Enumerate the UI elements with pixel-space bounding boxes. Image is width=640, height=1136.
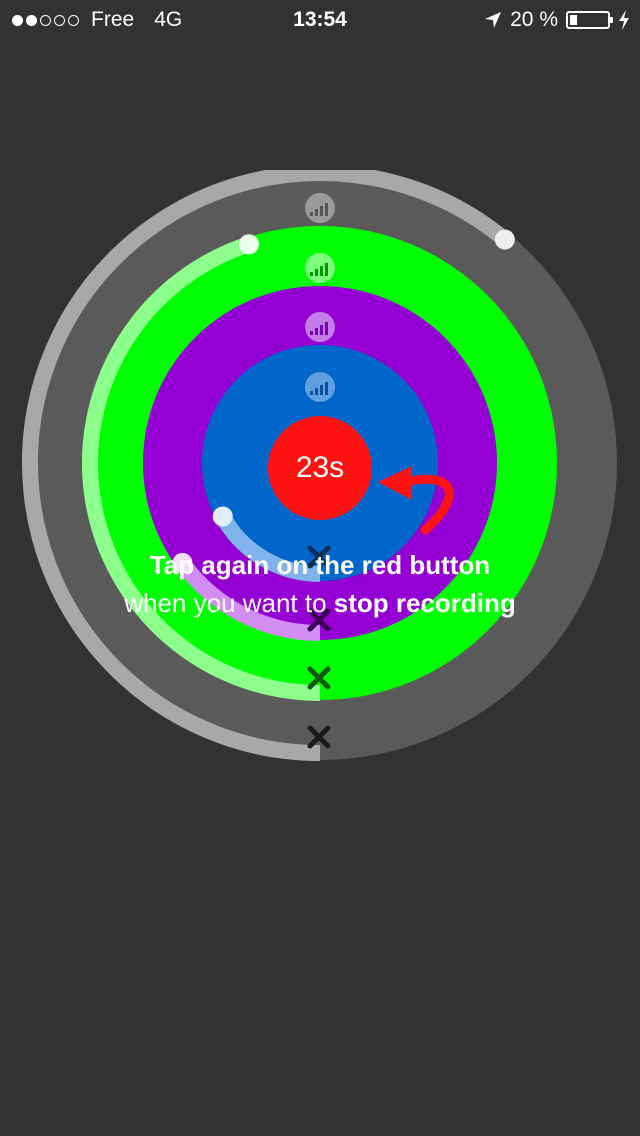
battery-level (570, 15, 578, 25)
hint-text: when you want to (124, 588, 334, 618)
equalizer-icon[interactable] (305, 253, 335, 283)
bolt-icon (619, 10, 629, 30)
track-blue-playhead[interactable] (212, 506, 233, 527)
screen: Free 4G 13:54 20 % 23s Tap again on the … (0, 0, 640, 1136)
battery-icon (566, 11, 613, 29)
track-gray-playhead[interactable] (494, 229, 515, 250)
record-stop-button[interactable]: 23s (268, 416, 372, 520)
track-green-playhead[interactable] (238, 234, 259, 255)
equalizer-icon[interactable] (305, 193, 335, 223)
battery-percentage: 20 % (510, 8, 558, 31)
hint-emphasis: stop recording (333, 588, 516, 618)
hint-line-2: when you want to stop recording (0, 588, 640, 619)
record-timer: 23s (295, 451, 345, 484)
status-right: 20 % (484, 8, 630, 32)
location-arrow-icon (485, 12, 502, 28)
equalizer-icon[interactable] (305, 312, 335, 342)
equalizer-icon[interactable] (305, 372, 335, 402)
status-bar: Free 4G 13:54 20 % (0, 0, 640, 40)
hint-line-1: Tap again on the red button (149, 550, 491, 580)
